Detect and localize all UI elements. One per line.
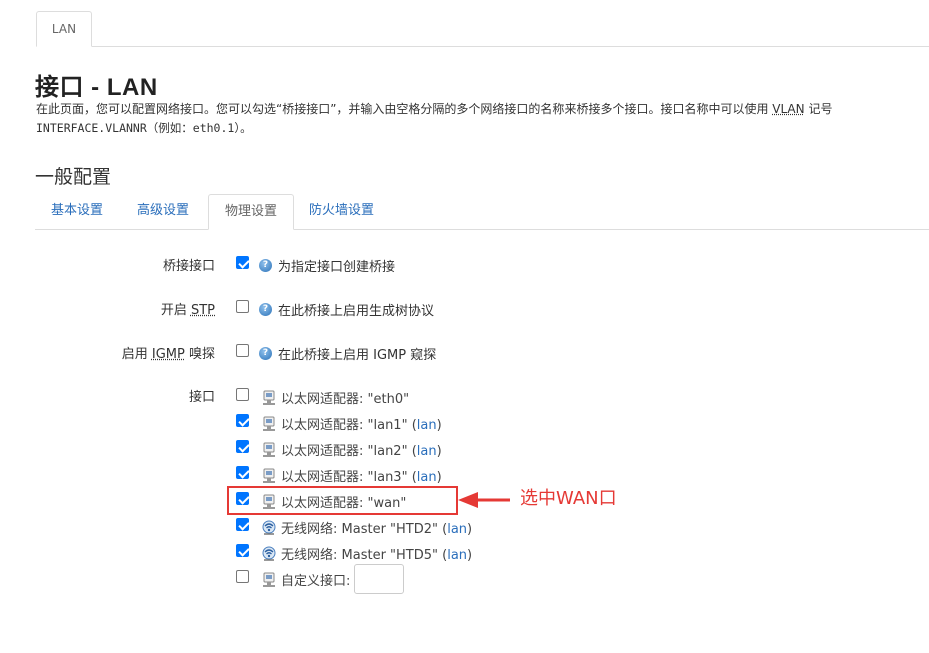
tab-firewall-settings[interactable]: 防火墙设置 [293, 194, 390, 230]
interface-label: 以太网适配器: "eth0" [281, 388, 409, 407]
network-link[interactable]: lan [417, 470, 437, 485]
help-icon: ? [259, 347, 272, 360]
interface-label: 以太网适配器: "lan1" (lan) [281, 418, 442, 433]
network-link[interactable]: lan [447, 548, 467, 563]
bridge-label: 桥接接口 [162, 259, 215, 274]
interface-checkbox[interactable] [236, 440, 249, 453]
tab-basic-settings[interactable]: 基本设置 [35, 194, 119, 230]
top-tab-divider [36, 46, 929, 47]
interface-name: 以太网适配器: "lan2" [281, 444, 408, 459]
tab-lan[interactable]: LAN [36, 11, 92, 47]
interface-checkbox[interactable] [236, 518, 249, 531]
help-icon: ? [259, 259, 272, 272]
stp-label: 开启 STP [161, 299, 215, 318]
igmp-label-prefix: 启用 [121, 347, 152, 362]
interface-checkbox[interactable] [236, 570, 249, 583]
interface-label: 以太网适配器: "lan2" (lan) [281, 444, 442, 459]
page: LAN 接口 - LAN 在此页面，您可以配置网络接口。您可以勾选“桥接接口”，… [0, 0, 929, 653]
highlight-box [227, 486, 458, 515]
interface-label: 无线网络: Master "HTD2" (lan) [281, 522, 473, 537]
section-title: 一般配置 [35, 166, 112, 188]
interfaces-label: 接口 [188, 390, 215, 405]
interface-label: 以太网适配器: "lan3" (lan) [281, 470, 442, 485]
sub-tab-bar: 基本设置 高级设置 物理设置 防火墙设置 [35, 194, 929, 230]
ethernet-icon [261, 415, 277, 431]
interface-checkbox[interactable] [236, 414, 249, 427]
interface-name: 无线网络: Master "HTD2" [281, 522, 438, 537]
help-icon: ? [259, 303, 272, 316]
igmp-label-suffix: 嗅探 [184, 347, 215, 362]
interface-checkbox[interactable] [236, 544, 249, 557]
arrow-icon [458, 492, 510, 508]
page-title: 接口 - LAN [35, 74, 158, 101]
igmp-abbr: IGMP [151, 347, 185, 362]
ethernet-icon [261, 467, 277, 483]
interface-checkbox[interactable] [236, 388, 249, 401]
description-example: INTERFACE.VLANNR（例如：eth0.1）。 [36, 121, 252, 135]
interface-name: 自定义接口: [281, 574, 351, 589]
custom-interface-input[interactable] [354, 564, 404, 594]
description-text: 在此页面，您可以配置网络接口。您可以勾选“桥接接口”，并输入由空格分隔的多个网络… [36, 102, 773, 116]
igmp-help: 在此桥接上启用 IGMP 窥探 [278, 348, 437, 363]
bridge-help: 为指定接口创建桥接 [278, 260, 396, 275]
igmp-label: 启用 IGMP 嗅探 [122, 343, 215, 362]
network-link[interactable]: lan [417, 418, 437, 433]
annotation-text: 选中WAN口 [520, 488, 617, 509]
ethernet-icon [261, 571, 277, 587]
stp-abbr: STP [190, 303, 215, 318]
igmp-checkbox[interactable] [236, 344, 249, 357]
stp-checkbox[interactable] [236, 300, 249, 313]
tab-advanced-settings[interactable]: 高级设置 [121, 194, 205, 230]
description-text-tail: 记号 [804, 102, 833, 116]
wireless-icon [261, 519, 277, 535]
tab-physical-settings[interactable]: 物理设置 [208, 194, 295, 230]
interface-name: 以太网适配器: "lan1" [281, 418, 408, 433]
interface-checkbox[interactable] [236, 466, 249, 479]
stp-label-prefix: 开启 [160, 303, 191, 318]
interface-name: 以太网适配器: "lan3" [281, 470, 408, 485]
bridge-checkbox[interactable] [236, 256, 249, 269]
interface-name: 无线网络: Master "HTD5" [281, 548, 438, 563]
page-description: 在此页面，您可以配置网络接口。您可以勾选“桥接接口”，并输入由空格分隔的多个网络… [36, 101, 916, 137]
interface-name: 以太网适配器: "eth0" [281, 392, 410, 407]
ethernet-icon [261, 389, 277, 405]
ethernet-icon [261, 441, 277, 457]
interface-label: 自定义接口: [281, 570, 350, 589]
network-link[interactable]: lan [447, 522, 467, 537]
interface-label: 无线网络: Master "HTD5" (lan) [281, 548, 473, 563]
wireless-icon [261, 545, 277, 561]
network-link[interactable]: lan [417, 444, 437, 459]
stp-help: 在此桥接上启用生成树协议 [278, 304, 435, 319]
vlan-abbr: VLAN [772, 102, 805, 116]
top-tab-bar: LAN [0, 0, 929, 47]
